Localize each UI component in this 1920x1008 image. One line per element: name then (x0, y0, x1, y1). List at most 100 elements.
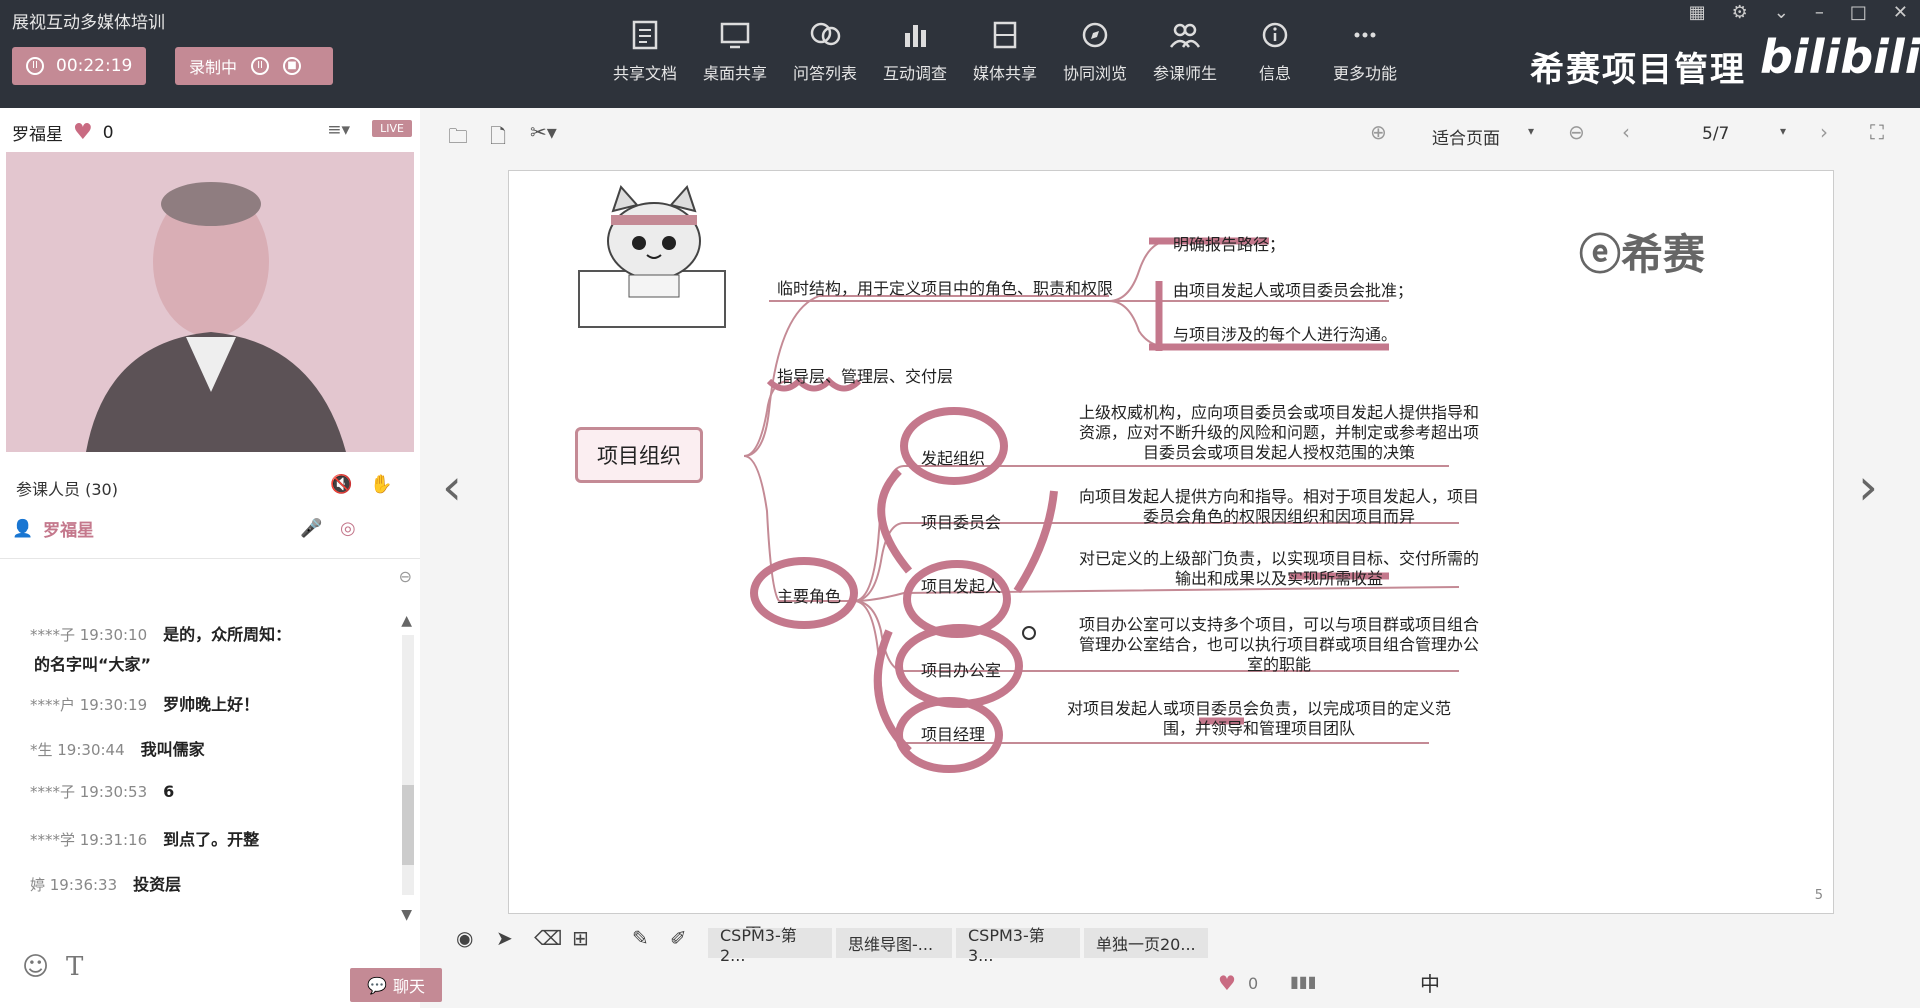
prev-slide-arrow[interactable]: ‹ (442, 458, 462, 516)
heart-icon[interactable]: ♥ (73, 120, 93, 145)
timer-label: 00:22:19 (56, 56, 133, 76)
role-node[interactable]: 发起组织 (921, 445, 985, 469)
toolbar-survey[interactable]: 互动调查 (870, 18, 960, 84)
zoom-select[interactable]: 适合页面 (1432, 124, 1500, 149)
toolbar-desktop-share[interactable]: 桌面共享 (690, 18, 780, 84)
stop-record-icon[interactable]: ■ (283, 57, 302, 75)
toolbar: 共享文档 桌面共享 问答列表 互动调查 媒体共享 协同浏览 参课师生 信息 更多… (600, 18, 1410, 84)
chat-message: 婷 19:36:33 投资层 (30, 875, 182, 894)
scroll-thumb[interactable] (402, 785, 414, 865)
role-description: 项目办公室可以支持多个项目，可以与项目群或项目组合 管理办公室结合，也可以执行项目… (1078, 615, 1479, 674)
host-video (6, 152, 414, 452)
fullscreen-icon[interactable]: ⛶ (1870, 120, 1884, 144)
emoji-icon[interactable]: ☺ (22, 952, 49, 982)
next-slide-arrow[interactable]: › (1858, 458, 1878, 516)
participant-row[interactable]: 👤 罗福星 (12, 516, 94, 542)
film-icon (988, 18, 1022, 52)
doc-tab[interactable]: CSPM3-第2... (708, 926, 832, 965)
top-bar: 展视互动多媒体培训 II 00:22:19 录制中 II ■ 共享文档 桌面共享… (0, 0, 1920, 108)
clear-icon[interactable]: ⊞ (572, 926, 589, 950)
doc-tab[interactable]: 思维导图-... (836, 928, 952, 958)
role-node[interactable]: 项目发起人 (921, 573, 1001, 597)
leaf-node[interactable]: 明确报告路径； (1173, 231, 1285, 255)
like-heart-icon[interactable]: ♥ (1218, 971, 1236, 995)
minimize-icon[interactable]: – (1815, 2, 1824, 23)
scroll-down-icon[interactable]: ▼ (401, 907, 412, 923)
info-icon (1258, 18, 1292, 52)
role-description: 上级权威机构，应向项目委员会或项目发起人提供指导和 资源，应对不断升级的风险和问题… (1078, 403, 1479, 462)
mute-all-icon[interactable]: 🔇 (330, 474, 352, 495)
xisai-logo: ⓔ希赛 (1579, 230, 1706, 279)
branch-node[interactable]: 临时结构，用于定义项目中的角色、职责和权限 (777, 275, 1113, 299)
chat-list[interactable]: ****子 19:30:10 是的，众所周知： 的名字叫“大家” ****户 19… (0, 558, 420, 948)
bar-chart-icon (898, 18, 932, 52)
users-icon (1168, 18, 1202, 52)
zoom-out-icon[interactable]: ⊖ (1568, 120, 1585, 144)
record-dot-icon[interactable]: ◉ (456, 926, 473, 950)
toolbar-more[interactable]: 更多功能 (1320, 18, 1410, 84)
toolbar-co-browse[interactable]: 协同浏览 (1050, 18, 1140, 84)
open-folder-icon[interactable]: 🗀 (448, 122, 468, 156)
scroll-up-icon[interactable]: ▲ (401, 613, 412, 629)
brand-title: 希赛项目管理 (1530, 50, 1746, 90)
chat-bubble-icon: 💬 (367, 975, 387, 995)
chat-message: ****子 19:30:10 是的，众所周知： (30, 625, 292, 644)
chat-message: ****学 19:31:16 到点了。开整 (30, 830, 260, 849)
host-likes: 0 (102, 122, 114, 143)
recording-label: 录制中 (189, 58, 238, 77)
host-row: 罗福星 ♥ 0 ≡▾ LIVE (12, 120, 412, 145)
layout-icon[interactable]: ▦ (1689, 2, 1706, 23)
page-dropdown-icon[interactable]: ▾ (1780, 124, 1786, 138)
ime-language[interactable]: 中 (1420, 968, 1440, 997)
role-node[interactable]: 项目经理 (921, 721, 985, 745)
leaf-node[interactable]: 由项目发起人或项目委员会批准； (1173, 277, 1413, 301)
mic-icon[interactable]: 🎤 (300, 518, 322, 539)
maximize-icon[interactable]: □ (1850, 2, 1867, 23)
toolbar-participants[interactable]: 参课师生 (1140, 18, 1230, 84)
leaf-node[interactable]: 与项目涉及的每个人进行沟通。 (1173, 321, 1397, 345)
settings-icon[interactable]: ⚙ (1732, 2, 1748, 23)
document-icon (628, 18, 662, 52)
slide: 项目组织 临时结构，用于定义项目中的角色、职责和权限 明确报告路径； 由项目发起… (508, 170, 1834, 914)
pause-record-icon[interactable]: II (251, 57, 270, 75)
highlighter-icon[interactable]: ✐ (670, 926, 687, 950)
recording-button[interactable]: 录制中 II ■ (175, 47, 333, 85)
role-node[interactable]: 项目委员会 (921, 509, 1001, 533)
viewer-toolbar: 🗀 🗋 ✂▾ ⊕ 适合页面 ▾ ⊖ ‹ 5/7 ▾ › ⛶ (420, 108, 1920, 160)
next-page-icon[interactable]: › (1820, 120, 1828, 144)
more-icon (1348, 18, 1382, 52)
branch-node[interactable]: 主要角色 (777, 583, 841, 607)
branch-node[interactable]: 指导层、管理层、交付层 (777, 363, 953, 387)
prev-page-icon[interactable]: ‹ (1622, 120, 1630, 144)
doc-tab[interactable]: CSPM3-第3... (956, 926, 1080, 965)
toolbar-qa-list[interactable]: 问答列表 (780, 18, 870, 84)
timer-button[interactable]: II 00:22:19 (12, 47, 146, 85)
host-name: 罗福星 (12, 125, 63, 145)
pointer-icon[interactable]: ➤ (496, 926, 513, 950)
zoom-in-icon[interactable]: ⊕ (1370, 120, 1387, 144)
eraser-icon[interactable]: ⌫ (534, 926, 562, 950)
text-format-icon[interactable]: T (66, 952, 83, 982)
monitor-icon (718, 18, 752, 52)
toolbar-info[interactable]: 信息 (1230, 18, 1320, 84)
chat-tab[interactable]: 💬 聊天 (350, 968, 442, 1002)
camera-icon[interactable]: ◎ (340, 518, 356, 539)
hand-icon[interactable]: ✋ (370, 474, 392, 495)
close-icon[interactable]: ✕ (1893, 2, 1908, 23)
pen-icon[interactable]: ✎ (632, 926, 649, 950)
chat-scrollbar[interactable] (402, 635, 414, 895)
scissors-icon[interactable]: ✂▾ (530, 120, 557, 144)
like-count: 0 (1248, 974, 1259, 993)
toolbar-shared-docs[interactable]: 共享文档 (600, 18, 690, 84)
doc-tab[interactable]: 单独一页20... (1084, 928, 1208, 958)
collapse-chat-icon[interactable]: ⊖ (399, 567, 412, 586)
role-node[interactable]: 项目办公室 (921, 657, 1001, 681)
list-icon[interactable]: ≡▾ (327, 120, 350, 140)
zoom-dropdown-icon[interactable]: ▾ (1528, 124, 1534, 138)
new-file-icon[interactable]: 🗋 (490, 122, 506, 156)
root-node[interactable]: 项目组织 (575, 427, 703, 483)
chat-message: ****子 19:30:53 6 (30, 782, 175, 801)
collapse-icon[interactable]: ⌄ (1774, 2, 1789, 23)
toolbar-media-share[interactable]: 媒体共享 (960, 18, 1050, 84)
page-indicator[interactable]: 5/7 (1702, 124, 1729, 144)
